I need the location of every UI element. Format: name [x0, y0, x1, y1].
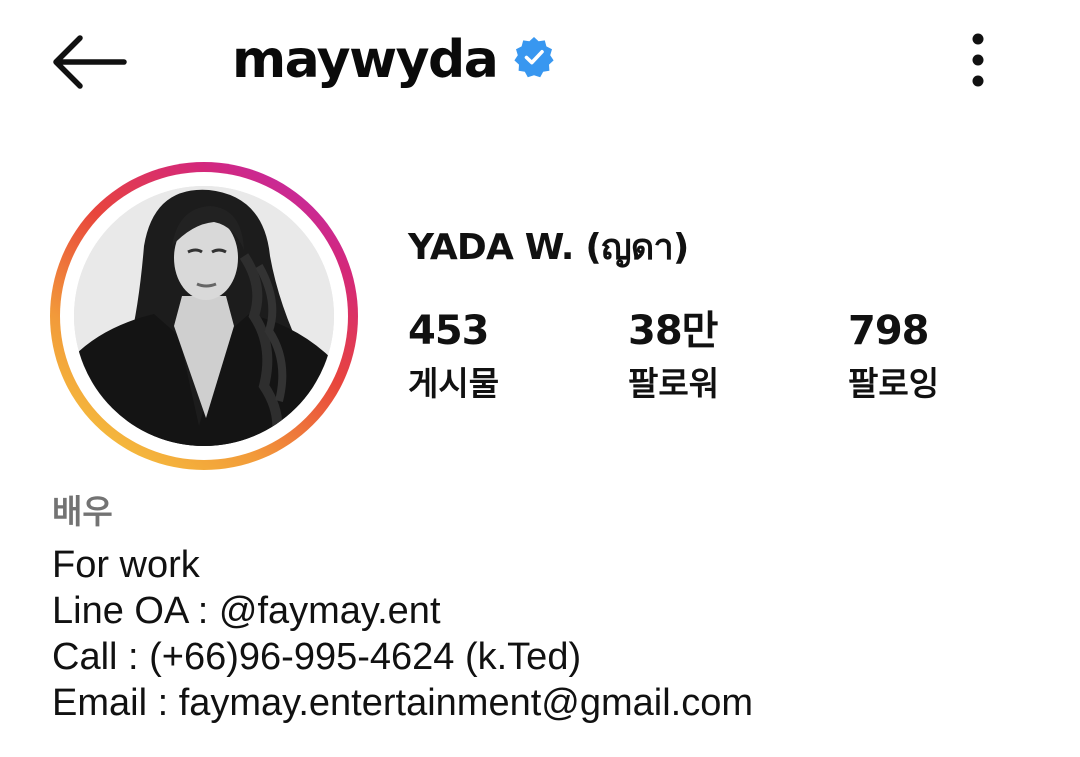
followers-count: 38만: [628, 308, 718, 354]
posts-count: 453: [408, 308, 490, 354]
avatar[interactable]: [74, 186, 334, 446]
display-name: YADA W. (ญดา): [408, 227, 689, 268]
bio-line-work: For work: [52, 544, 200, 586]
followers-label: 팔로워: [628, 364, 720, 403]
bio: For work Line OA : @faymay.ent Call : (+…: [52, 542, 1052, 726]
bio-line-call: Call : (+66)96-995-4624 (k.Ted): [52, 636, 582, 678]
posts-stat[interactable]: 453 게시물: [408, 306, 608, 406]
following-stat[interactable]: 798 팔로잉: [848, 306, 1048, 406]
profile-header: maywyda: [0, 0, 1080, 120]
profile-photo: [74, 186, 334, 446]
username: maywyda: [232, 30, 499, 90]
following-count: 798: [848, 308, 930, 354]
following-label: 팔로잉: [848, 364, 940, 403]
back-arrow-icon: [53, 35, 127, 89]
posts-label: 게시물: [408, 364, 500, 403]
back-button[interactable]: [40, 22, 140, 102]
bio-line-line-oa: Line OA : @faymay.ent: [52, 590, 441, 632]
followers-stat[interactable]: 38만 팔로워: [628, 306, 828, 406]
more-options-button[interactable]: [948, 22, 1008, 98]
more-vertical-icon: [972, 33, 984, 87]
story-ring[interactable]: [50, 162, 358, 470]
profile-category: 배우: [52, 492, 113, 531]
bio-line-email: Email : faymay.entertainment@gmail.com: [52, 682, 753, 724]
verified-badge-icon: [514, 37, 554, 78]
